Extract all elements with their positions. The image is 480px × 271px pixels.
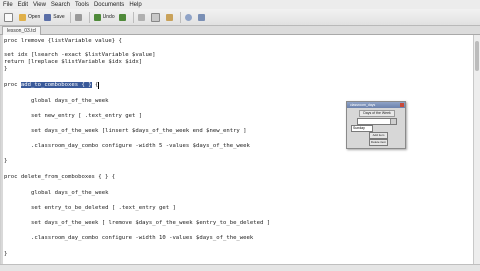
text-caret (98, 82, 100, 89)
tk-window-title: classroom_days (350, 103, 376, 107)
copy-icon (150, 12, 160, 22)
find-button[interactable] (184, 11, 194, 23)
code-text: { (91, 82, 99, 88)
code-line: } (4, 251, 8, 257)
toolbar-separator (69, 11, 71, 23)
tab-label: lesson_03.tcl (7, 28, 37, 34)
editor-gutter (1, 35, 3, 264)
tk-window-titlebar[interactable]: classroom_days (347, 102, 405, 108)
code-line: set entry_to_be_deleted [ .text_entry ge… (31, 205, 176, 211)
vertical-scrollbar[interactable] (473, 35, 480, 264)
replace-button[interactable] (197, 11, 207, 23)
text-selection: add_to_comboboxes { } (20, 82, 92, 88)
toolbar-separator (179, 11, 181, 23)
new-button[interactable] (4, 11, 15, 23)
redo-button[interactable] (118, 11, 128, 23)
delete-item-button[interactable]: Delete item (369, 139, 388, 146)
save-icon (44, 13, 52, 21)
chevron-down-icon[interactable] (390, 119, 396, 124)
menu-view[interactable]: View (33, 2, 46, 8)
undo-label: Undo (102, 14, 115, 20)
new-document-icon (4, 12, 13, 22)
paste-button[interactable] (165, 11, 175, 23)
code-line: proc lremove {listVariable value} { (4, 38, 122, 44)
code-line: global days_of_the_week (31, 98, 109, 104)
menu-tools[interactable]: Tools (75, 2, 89, 8)
scrollbar-thumb[interactable] (475, 41, 479, 71)
document-tab-bar: lesson_03.tcl (0, 26, 480, 35)
cut-button[interactable] (137, 11, 147, 23)
open-label: Open (28, 14, 41, 20)
print-icon (74, 13, 82, 21)
code-line: set days_of_the_week [linsert $days_of_t… (31, 128, 247, 134)
toolbar: Open Save Undo (0, 9, 480, 26)
code-line: set new_entry [ .text_entry get ] (31, 113, 143, 119)
days-label: Days of the Week (359, 110, 395, 117)
code-line: global days_of_the_week (31, 190, 109, 196)
print-button[interactable] (74, 11, 84, 23)
tk-app-window: classroom_days Days of the Week Sunday A… (346, 101, 406, 149)
folder-icon (19, 13, 26, 21)
code-line: .classroom_day_combo configure -width 10… (31, 235, 254, 241)
copy-button[interactable] (150, 11, 162, 23)
text-entry-value: Sunday (353, 126, 365, 130)
undo-button[interactable]: Undo (93, 11, 115, 23)
save-button[interactable]: Save (44, 11, 65, 23)
code-line: set days_of_the_week [ lremove $days_of_… (31, 220, 271, 226)
add-item-button[interactable]: Add item (369, 132, 388, 139)
code-editor[interactable]: proc lremove {listVariable value} { set … (0, 35, 475, 264)
code-line: set idx [lsearch -exact $listVariable $v… (4, 52, 156, 58)
menu-file[interactable]: File (3, 2, 13, 8)
menu-help[interactable]: Help (129, 2, 141, 8)
code-line-selected: proc add_to_comboboxes { } { (4, 82, 100, 89)
tab-document[interactable]: lesson_03.tcl (2, 26, 42, 35)
open-button[interactable]: Open (19, 11, 40, 23)
menu-documents[interactable]: Documents (94, 2, 124, 8)
code-text: proc (4, 82, 21, 88)
paste-icon (165, 13, 173, 21)
toolbar-separator (132, 11, 134, 23)
code-line: .classroom_day_combo configure -width 5 … (31, 143, 250, 149)
undo-icon (93, 13, 101, 21)
cut-icon (137, 13, 145, 21)
code-line: } (4, 158, 8, 164)
redo-icon (118, 13, 126, 21)
menu-bar: File Edit View Search Tools Documents He… (0, 0, 480, 9)
menu-edit[interactable]: Edit (18, 2, 28, 8)
close-icon[interactable] (400, 103, 404, 107)
classroom-day-combobox[interactable] (357, 118, 397, 125)
replace-icon (197, 13, 205, 21)
menu-search[interactable]: Search (51, 2, 70, 8)
code-line: proc delete_from_comboboxes { } { (4, 174, 116, 180)
toolbar-separator (88, 11, 90, 23)
save-label: Save (53, 14, 65, 20)
text-entry[interactable]: Sunday (351, 125, 373, 132)
search-icon (184, 13, 192, 21)
code-line: return [lreplace $listVariable $idx $idx… (4, 59, 143, 65)
code-line: } (4, 66, 8, 72)
